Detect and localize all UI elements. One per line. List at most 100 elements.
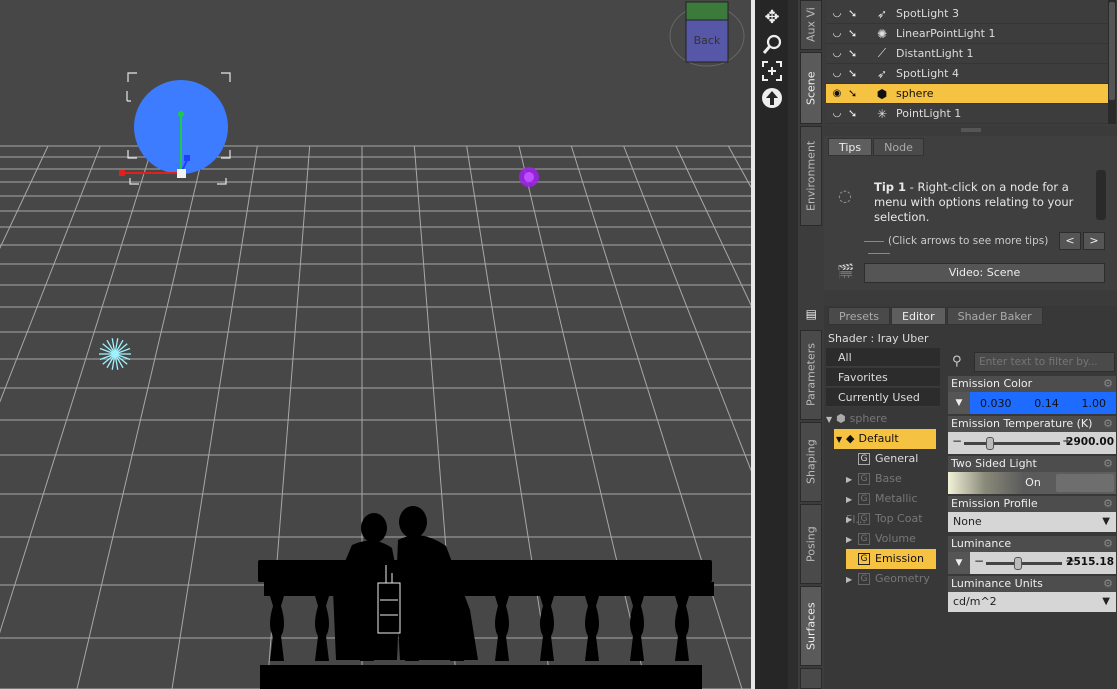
eye-icon[interactable]: ◡ [826, 108, 848, 119]
gear-icon[interactable]: ⚙ [1103, 496, 1113, 512]
tips-scrollbar[interactable] [1096, 170, 1106, 220]
expand-icon[interactable]: ▶ [846, 490, 858, 510]
point-light-gizmo[interactable] [519, 167, 539, 187]
scene-scrollbar[interactable] [1108, 0, 1116, 124]
select-cursor-icon[interactable]: ➘ [848, 87, 872, 100]
tab-more[interactable] [800, 668, 822, 689]
temperature-value[interactable]: 2900.00 [1066, 436, 1114, 448]
frame-icon[interactable] [760, 60, 784, 84]
tree-group[interactable]: ▶ G Volume [846, 529, 940, 549]
temperature-slider[interactable] [964, 437, 1060, 450]
tab-parameters[interactable]: Parameters [800, 330, 822, 420]
scene-item-label: PointLight 1 [896, 107, 962, 120]
expand-arrow-button[interactable]: ▼ [948, 392, 970, 414]
tips-pane: Tips Node ◌ Tip 1 - Right-click on a nod… [824, 136, 1117, 290]
category-currently-used[interactable]: Currently Used [826, 388, 940, 407]
scene-item-label: SpotLight 4 [896, 67, 959, 80]
eye-icon[interactable]: ◡ [826, 48, 848, 59]
expand-icon[interactable]: ▶ [846, 530, 858, 550]
expand-arrow-button[interactable]: ▼ [948, 552, 970, 574]
luminance-value[interactable]: 2515.18 [1066, 556, 1114, 568]
tab-scene[interactable]: Scene [800, 52, 822, 124]
tab-node[interactable]: Node [873, 138, 924, 156]
prop-luminance-units: Luminance Units ⚙ cd/m^2 ▼ [948, 576, 1116, 612]
tab-shaping[interactable]: Shaping [800, 422, 822, 502]
scene-item[interactable]: ◡ ➘ ➶ SpotLight 4 [826, 64, 1108, 84]
scene-item[interactable]: ◡ ➘ ➶ SpotLight 3 [826, 4, 1108, 24]
select-cursor-icon[interactable]: ➘ [848, 67, 872, 80]
scene-item[interactable]: ◡ ➘ ⟋ DistantLight 1 [826, 44, 1108, 64]
group-icon: G [858, 573, 870, 585]
tab-environment[interactable]: Environment [800, 126, 822, 226]
eye-icon[interactable]: ◡ [826, 68, 848, 79]
gear-icon[interactable]: ⚙ [1103, 456, 1113, 472]
move-icon[interactable]: ✥ [760, 6, 784, 30]
next-tip-button[interactable]: > [1083, 232, 1105, 250]
scene-resize-handle[interactable] [961, 128, 981, 132]
select-cursor-icon[interactable]: ➘ [848, 47, 872, 60]
zoom-icon[interactable] [760, 33, 784, 57]
eye-icon[interactable]: ◡ [826, 28, 848, 39]
group-icon: G [858, 553, 870, 565]
scene-item[interactable]: ◉ ➘ ⬢ sphere [826, 84, 1108, 104]
expand-icon[interactable]: ▶ [846, 510, 858, 530]
luminance-slider[interactable] [986, 557, 1062, 570]
video-scene-button[interactable]: Video: Scene [864, 263, 1105, 283]
prop-emission-color: Emission Color ⚙ ▼ 0.030 0.14 1.00 [948, 376, 1116, 414]
eye-icon[interactable]: ◡ [826, 8, 848, 19]
emission-profile-select[interactable]: None ▼ [948, 512, 1116, 532]
prev-tip-button[interactable]: < [1059, 232, 1081, 250]
panel-menu-icon[interactable]: ▤ [800, 300, 822, 328]
scene-item-label: sphere [896, 87, 934, 100]
scene-item[interactable]: ◡ ➘ ✺ LinearPointLight 1 [826, 24, 1108, 44]
luminance-units-select[interactable]: cd/m^2 ▼ [948, 592, 1116, 612]
shader-label: Shader : Iray Uber [828, 332, 929, 345]
decrement-button[interactable]: − [974, 554, 984, 568]
two-sided-toggle[interactable]: On [948, 472, 1116, 494]
gear-icon[interactable]: ⚙ [1103, 576, 1113, 592]
tree-material-default[interactable]: ▼ ◆ Default [834, 429, 936, 449]
tree-root[interactable]: ▼ ⬢ sphere [826, 409, 940, 429]
gear-icon[interactable]: ⚙ [1103, 536, 1113, 552]
select-cursor-icon[interactable]: ➘ [848, 7, 872, 20]
tree-group[interactable]: G Emission [846, 549, 936, 569]
tab-surfaces[interactable]: Surfaces [800, 586, 822, 666]
expand-icon[interactable]: ▶ [846, 570, 858, 590]
tree-group[interactable]: ▶ G Base [846, 469, 940, 489]
viewport-scene[interactable] [0, 0, 751, 689]
filter-input[interactable] [974, 352, 1115, 372]
filter-search-icon[interactable]: ⚲ [952, 354, 972, 374]
emission-color-swatch[interactable]: 0.030 0.14 1.00 [970, 392, 1116, 414]
spotlight-icon: ➶ [876, 66, 888, 81]
tab-tips[interactable]: Tips [828, 138, 873, 156]
tab-editor[interactable]: Editor [891, 307, 946, 325]
tree-group[interactable]: ▶ G Metallic Fl... [846, 489, 940, 526]
viewport[interactable]: Back [0, 0, 751, 689]
expand-icon[interactable]: ▶ [846, 470, 858, 490]
gear-icon[interactable]: ⚙ [1103, 376, 1113, 392]
prop-luminance: Luminance ⚙ ▼ − + 2515.18 [948, 536, 1116, 574]
gear-icon[interactable]: ⚙ [1103, 416, 1113, 432]
decrement-button[interactable]: − [952, 434, 962, 448]
linear-light-icon: ✺ [876, 26, 888, 41]
select-cursor-icon[interactable]: ➘ [848, 27, 872, 40]
side-panel: ◡ ➘ ➶ SpotLight 3 ◡ ➘ ✺ LinearPointLight 1 ◡ ➘ ⟋ Di… [824, 0, 1117, 689]
eye-icon[interactable]: ◉ [826, 88, 848, 99]
orbit-icon[interactable] [760, 87, 784, 111]
tab-shader-baker[interactable]: Shader Baker [946, 307, 1043, 325]
tree-group[interactable]: G General [846, 449, 940, 469]
tab-posing[interactable]: Posing [800, 504, 822, 584]
category-all[interactable]: All [826, 348, 940, 367]
tree-group[interactable]: ▶ G Top Coat [846, 509, 940, 529]
tree-group[interactable]: ▶ G Geometry [846, 569, 940, 589]
scene-item[interactable]: ◡ ➘ ✳ PointLight 1 [826, 104, 1108, 124]
pane-splitter[interactable] [788, 0, 798, 689]
select-cursor-icon[interactable]: ➘ [848, 107, 872, 120]
group-icon: G [858, 513, 870, 525]
tab-presets[interactable]: Presets [828, 307, 891, 325]
cube-icon: ⬢ [876, 86, 888, 101]
scene-item-label: LinearPointLight 1 [896, 27, 996, 40]
view-cube[interactable]: Back [667, 0, 747, 72]
category-favorites[interactable]: Favorites [826, 368, 940, 387]
tab-aux-viewport[interactable]: Aux Vi [800, 0, 822, 50]
